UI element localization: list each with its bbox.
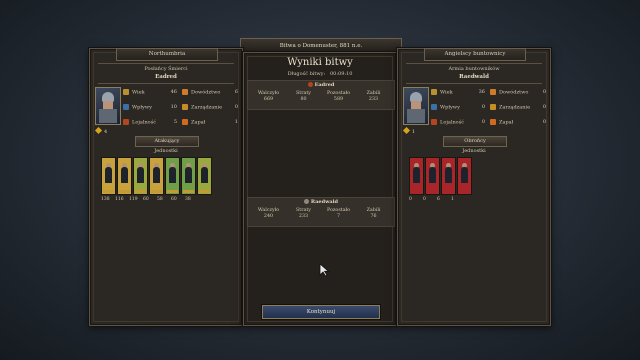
defender-unit-counts: 0 0 6 1 [409, 197, 463, 202]
defender-gold: 1 [402, 126, 415, 135]
management-icon [182, 104, 188, 110]
loyalty-icon [431, 119, 437, 125]
zeal-icon [182, 119, 188, 125]
gold-icon [94, 126, 103, 135]
defender-panel: Angielscy buntownicy Armia buntowników R… [397, 48, 551, 326]
unit-card[interactable] [133, 157, 148, 195]
skill-command: Dowództwo 6 [182, 89, 238, 96]
defender-general-name: Raedwald [459, 74, 489, 80]
continue-button[interactable]: Kontynuuj [262, 305, 380, 319]
units-label: Jednostki [462, 148, 486, 154]
unit-card[interactable] [425, 157, 440, 195]
battle-duration: Długość bitwy: 00:09:10 [287, 71, 353, 77]
results-title: Wyniki bitwy [287, 57, 353, 68]
defender-unit-cards [409, 157, 472, 195]
influence-icon [123, 104, 129, 110]
attacker-faction-plate: Northumbria [116, 48, 218, 61]
unit-count: 58 [157, 197, 163, 202]
divider [406, 63, 542, 64]
attacker-general-portrait[interactable] [95, 87, 121, 125]
unit-count: 116 [115, 197, 124, 202]
stat-influence: Wpływy 10 [123, 104, 177, 111]
attacker-summary-name: Eadred [248, 82, 394, 88]
defender-summary-name: Raedwald [248, 199, 394, 205]
unit-card[interactable] [409, 157, 424, 195]
attacker-panel: Northumbria Posłańcy Śmierci Eadred Wiek… [89, 48, 243, 326]
unit-count: 1 [451, 197, 454, 202]
attacker-faction: Northumbria [148, 51, 186, 57]
attacker-unit-cards [101, 157, 212, 195]
skill-management: Zarządzanie 0 [182, 104, 238, 111]
skill-zeal: Zapał 1 [182, 119, 238, 126]
management-icon [490, 104, 496, 110]
units-label: Jednostki [154, 148, 178, 154]
skill-management: Zarządzanie 0 [490, 104, 546, 111]
attacker-unit-counts: 138 116 119 60 58 60 38 [101, 197, 197, 202]
unit-card[interactable] [457, 157, 472, 195]
divider [406, 83, 542, 84]
attacker-gold: 4 [94, 126, 107, 135]
defender-faction-plate: Angielscy buntownicy [424, 48, 526, 61]
unit-card[interactable] [117, 157, 132, 195]
unit-count: 60 [143, 197, 149, 202]
age-icon [123, 89, 129, 95]
unit-count: 119 [129, 197, 138, 202]
unit-count: 60 [171, 197, 177, 202]
attacker-role-badge: Atakujący [135, 136, 199, 147]
unit-card[interactable] [165, 157, 180, 195]
unit-count: 138 [101, 197, 110, 202]
unit-card[interactable] [441, 157, 456, 195]
attacker-general-name: Eadred [155, 74, 177, 80]
unit-card[interactable] [149, 157, 164, 195]
command-icon [490, 89, 496, 95]
defender-summary: Raedwald Walczyło 240 Straty 233 Pozostało… [247, 197, 395, 227]
stat-age: Wiek 36 [431, 89, 485, 96]
defender-faction: Angielscy buntownicy [444, 51, 506, 57]
age-icon [431, 89, 437, 95]
defender-role-badge: Obrońcy [443, 136, 507, 147]
stat-influence: Wpływy 0 [431, 104, 485, 111]
influence-icon [431, 104, 437, 110]
skill-zeal: Zapał 0 [490, 119, 546, 126]
gold-icon [402, 126, 411, 135]
loyalty-icon [123, 119, 129, 125]
results-panel: Wyniki bitwy Długość bitwy: 00:09:10 Ead… [243, 52, 397, 326]
skill-command: Dowództwo 0 [490, 89, 546, 96]
divider [98, 83, 234, 84]
unit-count: 6 [437, 197, 440, 202]
attacker-army-name: Posłańcy Śmierci [144, 66, 188, 72]
mouse-cursor-icon [319, 263, 330, 277]
command-icon [182, 89, 188, 95]
unit-card[interactable] [101, 157, 116, 195]
unit-count: 0 [409, 197, 412, 202]
defender-general-portrait[interactable] [403, 87, 429, 125]
defender-army-name: Armia buntowników [448, 66, 500, 72]
stat-loyalty: Lojalność 5 [123, 119, 177, 126]
unit-card[interactable] [197, 157, 212, 195]
battle-title: Bitwa o Domenuster, 881 n.e. [279, 43, 363, 49]
attacker-summary: Eadred Walczyło 669 Straty 80 Pozostało 589… [247, 80, 395, 110]
divider [98, 63, 234, 64]
faction-emblem-icon [303, 199, 309, 204]
zeal-icon [490, 119, 496, 125]
unit-count: 38 [185, 197, 191, 202]
stat-loyalty: Lojalność 0 [431, 119, 485, 126]
unit-card[interactable] [181, 157, 196, 195]
unit-count: 0 [423, 197, 426, 202]
stat-age: Wiek 46 [123, 89, 177, 96]
faction-emblem-icon [307, 82, 313, 87]
